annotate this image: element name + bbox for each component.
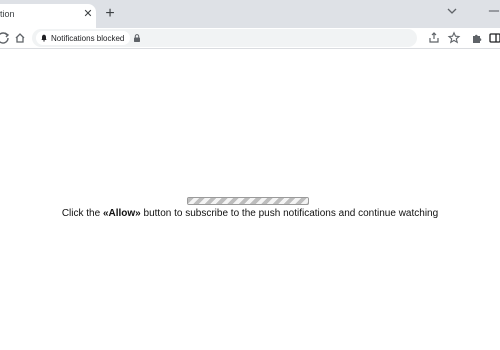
- side-panel-icon[interactable]: [488, 31, 500, 45]
- progress-bar-fill: [188, 198, 308, 204]
- lock-icon[interactable]: [132, 33, 142, 43]
- close-tab-icon[interactable]: ✕: [82, 8, 94, 20]
- minimize-icon[interactable]: [487, 4, 500, 18]
- progress-bar: [187, 197, 309, 205]
- chevron-down-icon[interactable]: [445, 4, 459, 18]
- active-tab[interactable]: tion ✕: [0, 4, 96, 28]
- share-icon[interactable]: [427, 31, 441, 45]
- bell-icon: [41, 34, 47, 42]
- subscribe-message: Click the «Allow» button to subscribe to…: [0, 208, 500, 219]
- tab-title: tion: [0, 9, 15, 19]
- browser-toolbar: Notifications blocked: [0, 28, 500, 49]
- reload-icon[interactable]: [0, 31, 10, 45]
- extensions-icon[interactable]: [470, 31, 484, 45]
- notifications-blocked-chip[interactable]: Notifications blocked: [36, 31, 131, 45]
- message-prefix: Click the: [61, 208, 103, 219]
- address-bar[interactable]: Notifications blocked: [32, 29, 417, 47]
- bookmark-star-icon[interactable]: [447, 31, 461, 45]
- tab-strip: tion ✕ +: [0, 0, 500, 28]
- new-tab-button[interactable]: +: [102, 6, 118, 22]
- allow-keyword: «Allow»: [102, 208, 141, 219]
- chip-label: Notifications blocked: [51, 33, 125, 43]
- message-suffix: button to subscribe to the push notifica…: [140, 208, 439, 219]
- home-icon[interactable]: [13, 31, 27, 45]
- page-content: Click the «Allow» button to subscribe to…: [0, 49, 500, 350]
